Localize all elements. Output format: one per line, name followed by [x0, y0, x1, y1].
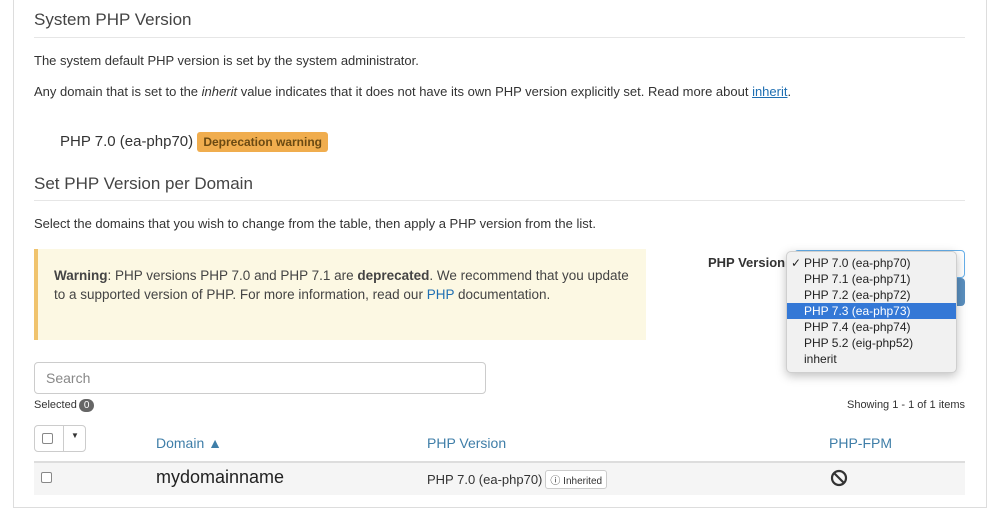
current-version: PHP 7.0 (ea-php70) Deprecation warning [60, 132, 328, 152]
php-version-dropdown[interactable]: ✓ PHP 7.0 (ea-php70) PHP 7.1 (ea-php71) P… [786, 251, 957, 373]
per-domain-title: Set PHP Version per Domain [34, 174, 253, 193]
select-all-checkbox[interactable] [42, 433, 53, 444]
deprecation-alert: Warning: PHP versions PHP 7.0 and PHP 7.… [34, 249, 646, 340]
info-icon: ⓘ [550, 476, 564, 487]
text: Inherited [563, 476, 603, 487]
option-inherit[interactable]: inherit [787, 351, 956, 367]
select-all-control[interactable]: ▼ [34, 425, 86, 452]
text: : PHP versions PHP 7.0 and PHP 7.1 are [107, 268, 358, 283]
checkmark-icon: ✓ [791, 256, 802, 270]
divider [63, 426, 64, 451]
option-label: PHP 7.0 (ea-php70) [804, 256, 911, 270]
search-input[interactable]: Search [34, 362, 486, 394]
option-php74[interactable]: PHP 7.4 (ea-php74) [787, 319, 956, 335]
php-version-label: PHP Version [708, 255, 786, 270]
option-php52[interactable]: PHP 5.2 (eig-php52) [787, 335, 956, 351]
inherited-tag: ⓘ Inherited [545, 470, 608, 489]
caret-down-icon[interactable]: ▼ [71, 431, 79, 440]
text: documentation. [454, 287, 551, 302]
php-version-cell: PHP 7.0 (ea-php70) ⓘ Inherited [427, 470, 608, 489]
text: Warning [54, 268, 108, 283]
text: deprecated [357, 268, 430, 283]
option-php73[interactable]: PHP 7.3 (ea-php73) [787, 303, 956, 319]
current-version-text: PHP 7.0 (ea-php70) [60, 133, 194, 150]
inherit-desc: Any domain that is set to the inherit va… [34, 84, 791, 99]
system-php-title: System PHP Version [34, 10, 192, 29]
option-php72[interactable]: PHP 7.2 (ea-php72) [787, 287, 956, 303]
text: PHP 7.0 (ea-php70) [427, 472, 543, 487]
inherit-link[interactable]: inherit [752, 84, 787, 99]
domain-name: mydomainname [156, 467, 285, 487]
table-row: mydomainname PHP 7.0 (ea-php70) ⓘ Inherit… [34, 461, 965, 495]
column-php-version[interactable]: PHP Version [427, 435, 506, 451]
showing-count: Showing 1 - 1 of 1 items [846, 399, 965, 411]
option-php71[interactable]: PHP 7.1 (ea-php71) [787, 271, 956, 287]
option-php70[interactable]: ✓ PHP 7.0 (ea-php70) [787, 255, 956, 271]
text: Selected [34, 399, 77, 411]
divider [34, 200, 965, 201]
row-checkbox[interactable] [41, 472, 52, 483]
text: value indicates that it does not have it… [237, 84, 753, 99]
divider [34, 37, 965, 38]
text: Any domain that is set to the [34, 84, 202, 99]
disabled-icon [830, 469, 848, 487]
system-desc: The system default PHP version is set by… [34, 53, 419, 68]
php-docs-link[interactable]: PHP [427, 287, 455, 302]
text: inherit [201, 84, 238, 99]
selected-count: Selected 0 [34, 399, 95, 412]
column-php-fpm[interactable]: PHP-FPM [829, 435, 892, 451]
deprecation-badge: Deprecation warning [197, 132, 328, 152]
text: . [787, 84, 792, 99]
column-domain[interactable]: Domain ▲ [156, 435, 222, 451]
count-badge: 0 [78, 399, 95, 412]
per-domain-desc: Select the domains that you wish to chan… [34, 216, 596, 231]
